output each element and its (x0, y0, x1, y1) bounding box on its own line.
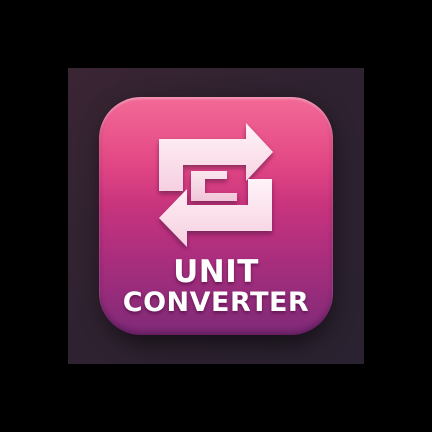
unit-converter-app-icon[interactable]: UNIT CONVERTER (99, 97, 333, 335)
app-label-line-1: UNIT (173, 254, 259, 290)
app-label-line-2: CONVERTER (122, 287, 310, 318)
convert-arrows-icon (159, 123, 273, 247)
